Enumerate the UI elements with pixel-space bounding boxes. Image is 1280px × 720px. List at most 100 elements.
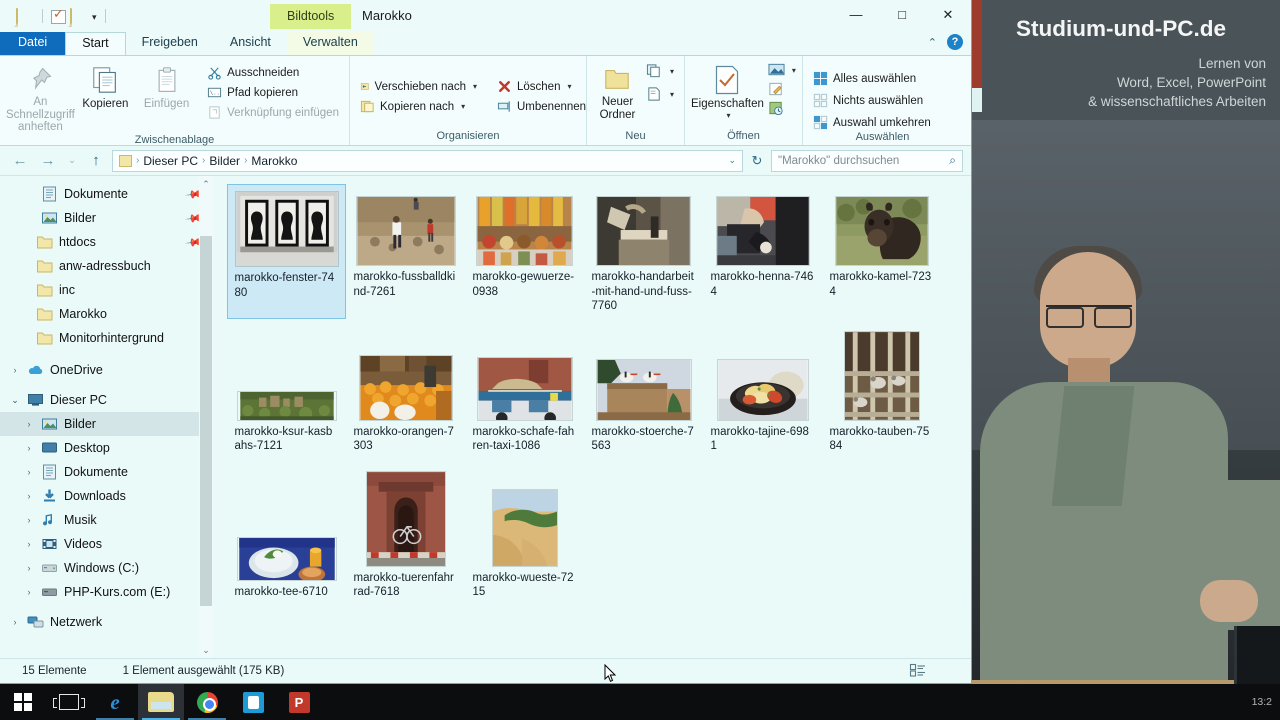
paste-button[interactable]: Einfügen (136, 60, 197, 111)
copy-button[interactable]: Kopieren (75, 60, 136, 111)
file-item[interactable]: marokko-fussballdkind-7261 (346, 184, 465, 319)
easy-access-button[interactable]: ▾ (642, 85, 678, 103)
customize-quick-access-caret-icon[interactable]: ▾ (92, 10, 97, 22)
sidebar-item-netzwerk[interactable]: › Netzwerk (0, 610, 213, 634)
breadcrumb-item-marokko[interactable]: Marokko (251, 154, 297, 168)
breadcrumb-item-dieser-pc[interactable]: Dieser PC (143, 154, 198, 168)
file-item[interactable]: marokko-handarbeit-mit-hand-und-fuss-776… (584, 184, 703, 319)
powerpoint-button[interactable]: P (276, 684, 322, 720)
file-item[interactable]: marokko-tee-6710 (227, 499, 346, 605)
sidebar-item-onedrive[interactable]: › OneDrive (0, 358, 213, 382)
file-item[interactable]: marokko-tauben-7584 (822, 327, 941, 459)
new-folder-icon[interactable] (70, 7, 88, 27)
tab-ansicht[interactable]: Ansicht (214, 32, 287, 55)
file-item[interactable]: marokko-ksur-kasbahs-7121 (227, 339, 346, 459)
file-item[interactable]: marokko-henna-7464 (703, 184, 822, 319)
properties-checkbox-icon[interactable] (51, 6, 66, 24)
delete-button[interactable]: Löschen ▾ (493, 78, 590, 95)
sidebar-item-marokko[interactable]: Marokko (0, 302, 213, 326)
recent-locations-button[interactable]: ⌄ (64, 150, 80, 172)
tab-verwalten[interactable]: Verwalten (286, 32, 374, 55)
folder-icon[interactable] (16, 7, 34, 27)
cut-button[interactable]: Ausschneiden (203, 64, 343, 81)
sidebar-item-musik[interactable]: › Musik (0, 508, 213, 532)
edge-button[interactable]: e (92, 684, 138, 720)
sidebar-item-downloads[interactable]: › Downloads (0, 484, 213, 508)
sidebar-item-windows-c[interactable]: › Windows (C:) (0, 556, 213, 580)
rename-button[interactable]: Umbenennen (493, 98, 590, 115)
breadcrumb[interactable]: › Dieser PC › Bilder › Marokko ⌄ (112, 149, 743, 172)
sidebar-item-dieser-pc[interactable]: ⌄ Dieser PC (0, 388, 213, 412)
tab-freigeben[interactable]: Freigeben (126, 32, 214, 55)
scroll-down-arrow-icon[interactable]: ⌄ (199, 642, 213, 658)
move-to-button[interactable]: Verschieben nach ▾ (356, 78, 481, 95)
copy-to-button[interactable]: Kopieren nach ▾ (356, 98, 481, 115)
sidebar-item-dokumente-pc[interactable]: › Dokumente (0, 460, 213, 484)
expander[interactable]: › (8, 617, 22, 627)
sidebar-item-php-kurs-e[interactable]: › PHP-Kurs.com (E:) (0, 580, 213, 604)
select-all-button[interactable]: Alles auswählen (809, 70, 935, 87)
file-list[interactable]: marokko-fenster-7480 marokko-fussballdki… (213, 176, 971, 658)
expander[interactable]: › (22, 419, 36, 429)
navigation-scrollbar[interactable]: ⌃ ⌄ (199, 176, 213, 658)
sidebar-item-inc[interactable]: inc (0, 278, 213, 302)
up-button[interactable]: ↑ (84, 150, 108, 172)
invert-selection-button[interactable]: Auswahl umkehren (809, 114, 935, 131)
file-item[interactable]: marokko-wueste-7215 (465, 485, 584, 605)
blue-app-button[interactable] (230, 684, 276, 720)
sidebar-item-bilder[interactable]: Bilder 📌 (0, 206, 213, 230)
chrome-button[interactable] (184, 684, 230, 720)
file-item[interactable]: marokko-orangen-7303 (346, 339, 465, 459)
back-button[interactable]: ← (8, 150, 32, 172)
scrollbar-thumb[interactable] (200, 236, 212, 606)
search-input[interactable]: "Marokko" durchsuchen ⌕ (771, 149, 963, 172)
tab-start[interactable]: Start (65, 32, 126, 55)
maximize-button[interactable]: □ (879, 0, 925, 29)
address-dropdown-icon[interactable]: ⌄ (728, 155, 736, 166)
expander[interactable]: › (22, 563, 36, 573)
file-item[interactable]: marokko-tajine-6981 (703, 339, 822, 459)
expander[interactable]: › (22, 587, 36, 597)
file-item[interactable]: marokko-fenster-7480 (227, 184, 346, 319)
history-button[interactable] (764, 100, 800, 116)
file-item[interactable]: marokko-stoerche-7563 (584, 339, 703, 459)
help-icon[interactable]: ? (947, 34, 963, 50)
breadcrumb-item-bilder[interactable]: Bilder (209, 154, 240, 168)
large-icons-view-icon[interactable] (909, 662, 929, 680)
collapse-ribbon-icon[interactable]: ⌃ (928, 36, 937, 49)
paste-shortcut-button[interactable]: Verknüpfung einfügen (203, 104, 343, 121)
pin-to-quick-access-button[interactable]: An Schnellzugriff anheften (6, 60, 75, 134)
sidebar-item-anw-adressbuch[interactable]: anw-adressbuch (0, 254, 213, 278)
expander[interactable]: ⌄ (8, 395, 22, 406)
file-explorer-button[interactable] (138, 684, 184, 720)
task-view-button[interactable] (46, 684, 92, 720)
scroll-up-arrow-icon[interactable]: ⌃ (199, 176, 213, 192)
forward-button[interactable]: → (36, 150, 60, 172)
file-item[interactable]: marokko-tuerenfahrrad-7618 (346, 467, 465, 605)
new-folder-button[interactable]: Neuer Ordner (593, 60, 642, 121)
refresh-button[interactable]: ↻ (747, 153, 767, 169)
new-item-button[interactable]: ▾ (642, 62, 678, 80)
file-item[interactable]: marokko-gewuerze-0938 (465, 184, 584, 319)
taskbar-clock[interactable]: 13:2 (1252, 696, 1280, 708)
sidebar-item-bilder-pc[interactable]: › Bilder (0, 412, 213, 436)
expander[interactable]: › (22, 515, 36, 525)
copy-path-button[interactable]: \.. Pfad kopieren (203, 84, 343, 101)
expander[interactable]: › (22, 443, 36, 453)
sidebar-item-dokumente[interactable]: Dokumente 📌 (0, 182, 213, 206)
properties-button[interactable]: Eigenschaften ▾ (691, 60, 764, 120)
sidebar-item-htdocs[interactable]: htdocs 📌 (0, 230, 213, 254)
file-item[interactable]: marokko-kamel-7234 (822, 184, 941, 319)
select-none-button[interactable]: Nichts auswählen (809, 92, 935, 109)
sidebar-item-videos[interactable]: › Videos (0, 532, 213, 556)
search-icon[interactable]: ⌕ (949, 153, 956, 168)
sidebar-item-monitorhintergrund[interactable]: Monitorhintergrund (0, 326, 213, 350)
expander[interactable]: › (22, 467, 36, 477)
start-button[interactable] (0, 684, 46, 720)
minimize-button[interactable]: — (833, 0, 879, 29)
expander[interactable]: › (22, 491, 36, 501)
expander[interactable]: › (22, 539, 36, 549)
file-item[interactable]: marokko-schafe-fahren-taxi-1086 (465, 339, 584, 459)
edit-button[interactable] (764, 81, 800, 97)
close-button[interactable]: ✕ (925, 0, 971, 29)
